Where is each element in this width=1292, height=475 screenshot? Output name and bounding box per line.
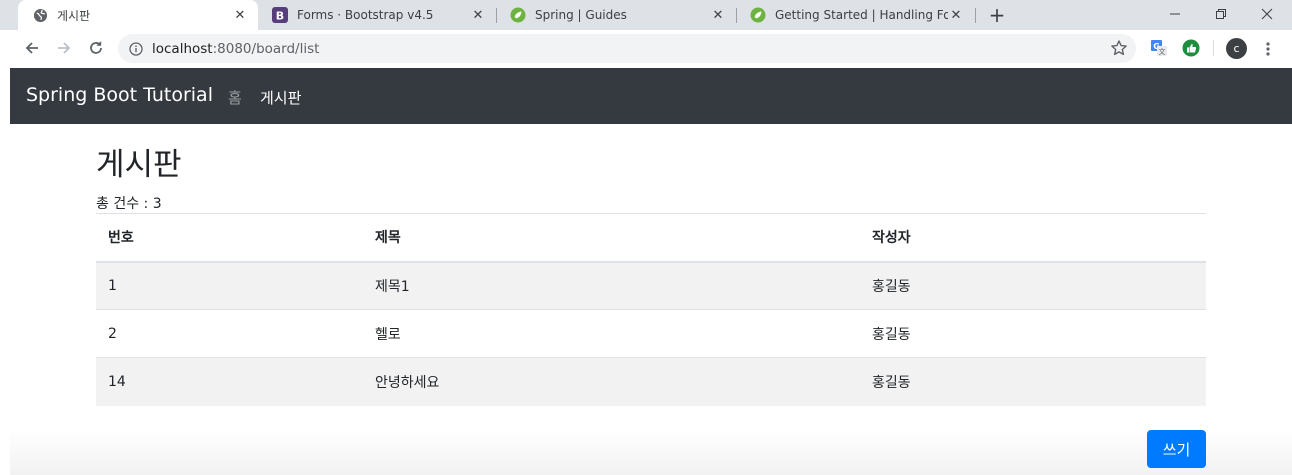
translate-extension-icon[interactable]: G文: [1150, 39, 1168, 57]
main-container: 게시판 총 건수 : 3 번호 제목 작성자 1 제목1 홍길동 2 헬로 홍길…: [96, 146, 1206, 406]
column-header-number: 번호: [96, 213, 363, 263]
bottom-shade: [10, 428, 1292, 475]
site-navbar: Spring Boot Tutorial 홈 게시판: [10, 68, 1292, 124]
toolbar-separator: [1213, 40, 1214, 56]
globe-icon: [32, 7, 48, 23]
nav-link-board[interactable]: 게시판: [260, 87, 301, 108]
browser-tab-strip: 게시판 ✕ B Forms · Bootstrap v4.5 ✕ Spring …: [0, 0, 1292, 30]
svg-text:B: B: [276, 10, 284, 23]
cell-author: 홍길동: [860, 309, 1206, 358]
url-host: localhost: [152, 41, 213, 57]
close-icon[interactable]: ✕: [470, 7, 486, 23]
tab-bootstrap-forms[interactable]: B Forms · Bootstrap v4.5 ✕: [258, 0, 496, 30]
url-path: :8080/board/list: [212, 41, 320, 57]
close-icon[interactable]: ✕: [710, 7, 726, 23]
address-bar[interactable]: localhost:8080/board/list: [118, 34, 1136, 63]
total-count: 총 건수 : 3: [96, 196, 162, 212]
column-header-title: 제목: [363, 213, 860, 263]
more-menu-icon[interactable]: [1262, 39, 1274, 59]
info-icon[interactable]: [129, 41, 143, 56]
url-text[interactable]: localhost:8080/board/list: [152, 41, 319, 57]
table-row: 14 안녕하세요 홍길동: [96, 357, 1206, 406]
window-close-icon[interactable]: [1244, 0, 1290, 28]
tab-board[interactable]: 게시판 ✕: [18, 0, 258, 30]
board-table: 번호 제목 작성자 1 제목1 홍길동 2 헬로 홍길동 14 안녕하세요 홍길…: [96, 213, 1206, 406]
cell-number: 14: [96, 357, 363, 406]
tab-title: 게시판: [57, 8, 91, 23]
close-icon[interactable]: ✕: [232, 7, 248, 23]
cell-author: 홍길동: [860, 261, 1206, 310]
tab-title: Spring | Guides: [535, 8, 627, 22]
tab-spring-guides[interactable]: Spring | Guides ✕: [496, 0, 736, 30]
page-title: 게시판: [96, 147, 182, 183]
bootstrap-icon: B: [272, 7, 288, 23]
minimize-icon[interactable]: [1152, 0, 1198, 28]
svg-text:文: 文: [1159, 47, 1166, 56]
forward-arrow-icon[interactable]: [53, 37, 75, 59]
spring-leaf-icon: [510, 7, 526, 23]
close-icon[interactable]: ✕: [948, 7, 964, 23]
reload-icon[interactable]: [85, 37, 107, 59]
table-row: 1 제목1 홍길동: [96, 261, 1206, 310]
cell-title[interactable]: 제목1: [363, 261, 860, 310]
tab-handling-form[interactable]: Getting Started | Handling Form ✕: [736, 0, 974, 30]
tab-separator: [975, 8, 976, 23]
tab-title: Forms · Bootstrap v4.5: [297, 8, 434, 22]
cell-number: 2: [96, 309, 363, 358]
cell-author: 홍길동: [860, 357, 1206, 406]
nav-link-home[interactable]: 홈: [228, 87, 242, 108]
profile-avatar[interactable]: c: [1226, 38, 1247, 59]
thumbs-up-extension-icon[interactable]: [1182, 39, 1200, 57]
write-button[interactable]: 쓰기: [1147, 430, 1206, 468]
column-header-author: 작성자: [860, 213, 1206, 263]
browser-toolbar: localhost:8080/board/list G文: [0, 30, 1292, 67]
cell-title[interactable]: 안녕하세요: [363, 357, 860, 406]
table-row: 2 헬로 홍길동: [96, 309, 1206, 358]
new-tab-plus-icon[interactable]: +: [986, 4, 1008, 26]
spring-leaf-icon: [750, 7, 766, 23]
page-viewport: Spring Boot Tutorial 홈 게시판 게시판 총 건수 : 3 …: [10, 68, 1292, 475]
cell-number: 1: [96, 261, 363, 310]
cell-title[interactable]: 헬로: [363, 309, 860, 358]
table-header-row: 번호 제목 작성자: [96, 213, 1206, 263]
navbar-brand[interactable]: Spring Boot Tutorial: [26, 84, 213, 106]
restore-icon[interactable]: [1198, 0, 1244, 28]
tab-title: Getting Started | Handling Form: [775, 8, 948, 22]
back-arrow-icon[interactable]: [21, 37, 43, 59]
bookmark-star-icon[interactable]: [1110, 39, 1128, 57]
